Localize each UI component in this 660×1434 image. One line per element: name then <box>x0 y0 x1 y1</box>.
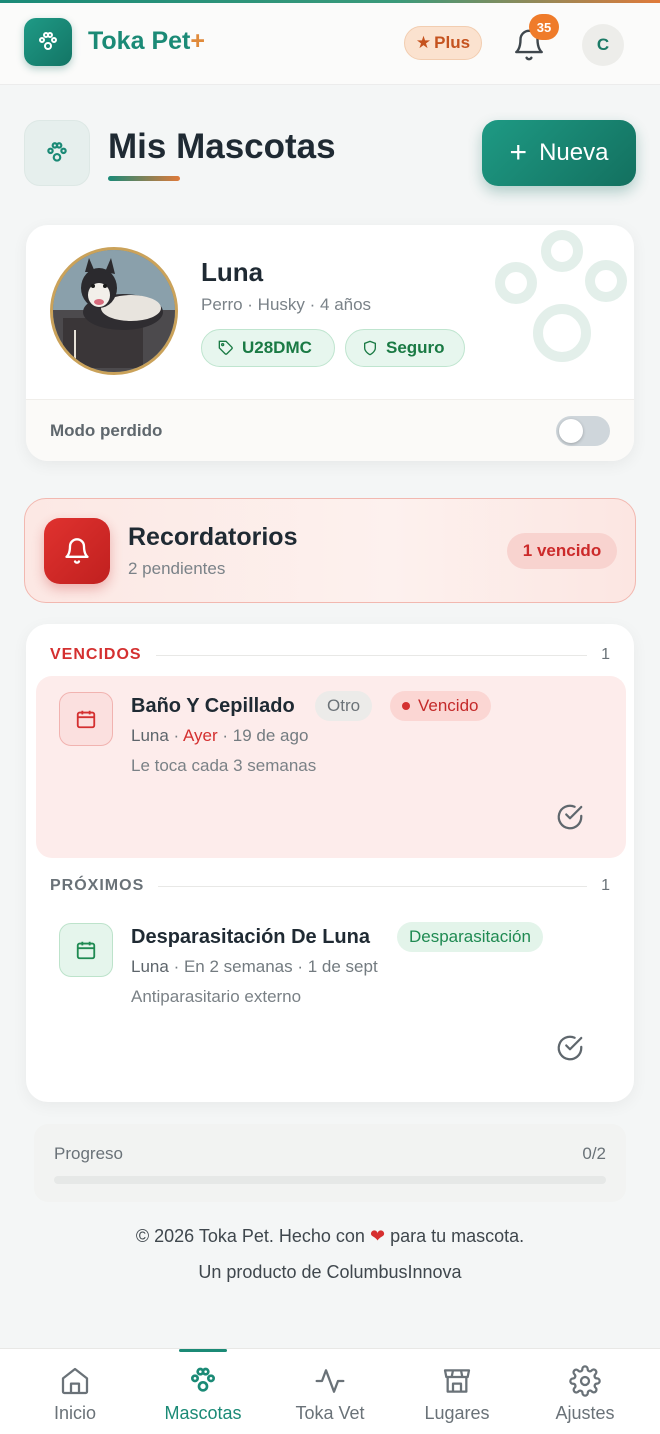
shield-icon <box>364 340 376 356</box>
upcoming-section-label: PRÓXIMOS <box>50 877 145 894</box>
plus-icon: + <box>509 136 528 169</box>
bell-icon <box>65 538 89 564</box>
brand-name[interactable]: Toka Pet+ <box>88 27 205 56</box>
nav-item-inicio[interactable]: Inicio <box>15 1349 135 1434</box>
overdue-badge: 1 vencido <box>507 533 617 569</box>
reminder-item-overdue[interactable]: Baño Y Cepillado Otro Vencido Luna · Aye… <box>36 676 626 858</box>
reminder-title: Baño Y Cepillado <box>131 695 295 717</box>
bottom-nav: Inicio Mascotas Toka Vet Lugares Ajustes <box>0 1348 660 1434</box>
new-pet-label: Nueva <box>539 139 609 166</box>
page-icon <box>24 120 90 186</box>
footer-credit: Un producto de ColumbusInnova <box>198 1262 462 1282</box>
calendar-icon <box>76 941 96 960</box>
paw-icon <box>39 32 57 50</box>
reminder-meta: Luna · En 2 semanas · 1 de sept <box>131 957 378 976</box>
reminder-status-tag: Vencido <box>390 691 491 721</box>
husky-photo <box>53 250 175 372</box>
app-logo[interactable] <box>24 18 72 66</box>
nav-item-ajustes[interactable]: Ajustes <box>525 1349 645 1434</box>
app-header: Toka Pet+ ★ Plus 35 C <box>0 3 660 85</box>
overdue-section-label: VENCIDOS <box>50 646 142 663</box>
progress-label: Progreso <box>54 1144 123 1163</box>
nav-item-mascotas[interactable]: Mascotas <box>143 1349 263 1434</box>
nav-item-lugares[interactable]: Lugares <box>397 1349 517 1434</box>
reminder-note: Le toca cada 3 semanas <box>131 756 317 775</box>
reminders-header-card[interactable]: Recordatorios 2 pendientes 1 vencido <box>24 498 636 603</box>
calendar-icon <box>76 710 96 729</box>
reminder-meta: Luna · Ayer · 19 de ago <box>131 726 309 745</box>
pet-card[interactable]: Luna Perro · Husky · 4 años U28DMC Segur… <box>26 225 634 461</box>
status-dot <box>402 702 410 710</box>
paw-icon <box>191 1367 215 1392</box>
paw-icon <box>47 142 67 162</box>
footer-copyright: © 2026 Toka Pet. Hecho con ❤ para tu mas… <box>135 1226 525 1246</box>
lost-mode-row: Modo perdido <box>26 399 634 461</box>
lost-mode-toggle[interactable] <box>556 416 610 446</box>
reminder-icon-box <box>59 923 113 977</box>
nav-item-toka-vet[interactable]: Toka Vet <box>270 1349 390 1434</box>
pet-details: Perro · Husky · 4 años <box>201 295 372 314</box>
progress-value: 0/2 <box>582 1144 606 1163</box>
lost-mode-label: Modo perdido <box>50 421 163 440</box>
progress-card: Progreso 0/2 <box>34 1124 626 1202</box>
reminder-icon-box <box>59 692 113 746</box>
insurance-chip[interactable]: Seguro <box>345 329 465 367</box>
reminder-title: Desparasitación De Luna <box>131 926 370 948</box>
divider <box>155 654 588 656</box>
reminders-title: Recordatorios <box>128 523 298 551</box>
progress-track <box>54 1176 606 1184</box>
home-icon <box>61 1367 89 1395</box>
store-icon <box>443 1369 471 1393</box>
page-title: Mis Mascotas <box>108 127 336 166</box>
reminders-icon-box <box>44 518 110 584</box>
plus-badge[interactable]: ★ Plus <box>404 26 482 60</box>
title-underline <box>108 176 180 181</box>
overdue-section-header: VENCIDOS 1 <box>50 643 610 667</box>
gear-icon <box>569 1365 601 1397</box>
overdue-section-count: 1 <box>601 646 610 663</box>
star-icon: ★ <box>415 33 432 52</box>
reminder-item-upcoming[interactable]: Desparasitación De Luna Desparasitación … <box>36 907 626 1089</box>
tag-icon <box>218 340 233 355</box>
pet-code-chip[interactable]: U28DMC <box>201 329 335 367</box>
pet-photo[interactable] <box>50 247 178 375</box>
upcoming-section-count: 1 <box>601 877 610 894</box>
new-pet-button[interactable]: + Nueva <box>482 120 636 186</box>
notification-count-badge: 35 <box>529 14 559 40</box>
mark-done-check-icon[interactable] <box>555 802 585 832</box>
reminder-category-tag: Otro <box>315 691 373 721</box>
reminders-list-card: VENCIDOS 1 Baño Y Cepillado Otro Vencido… <box>26 624 634 1102</box>
pet-name: Luna <box>201 257 264 287</box>
heart-icon: ❤ <box>369 1226 386 1246</box>
divider <box>158 885 588 887</box>
reminder-category-tag: Desparasitación <box>397 922 543 952</box>
user-avatar[interactable]: C <box>582 24 624 66</box>
mark-done-check-icon[interactable] <box>555 1033 585 1063</box>
pulse-icon <box>315 1369 345 1393</box>
reminder-note: Antiparasitario externo <box>131 987 302 1006</box>
upcoming-section-header: PRÓXIMOS 1 <box>50 874 610 898</box>
paw-watermark-icon <box>495 230 627 362</box>
reminders-pending: 2 pendientes <box>128 559 226 578</box>
